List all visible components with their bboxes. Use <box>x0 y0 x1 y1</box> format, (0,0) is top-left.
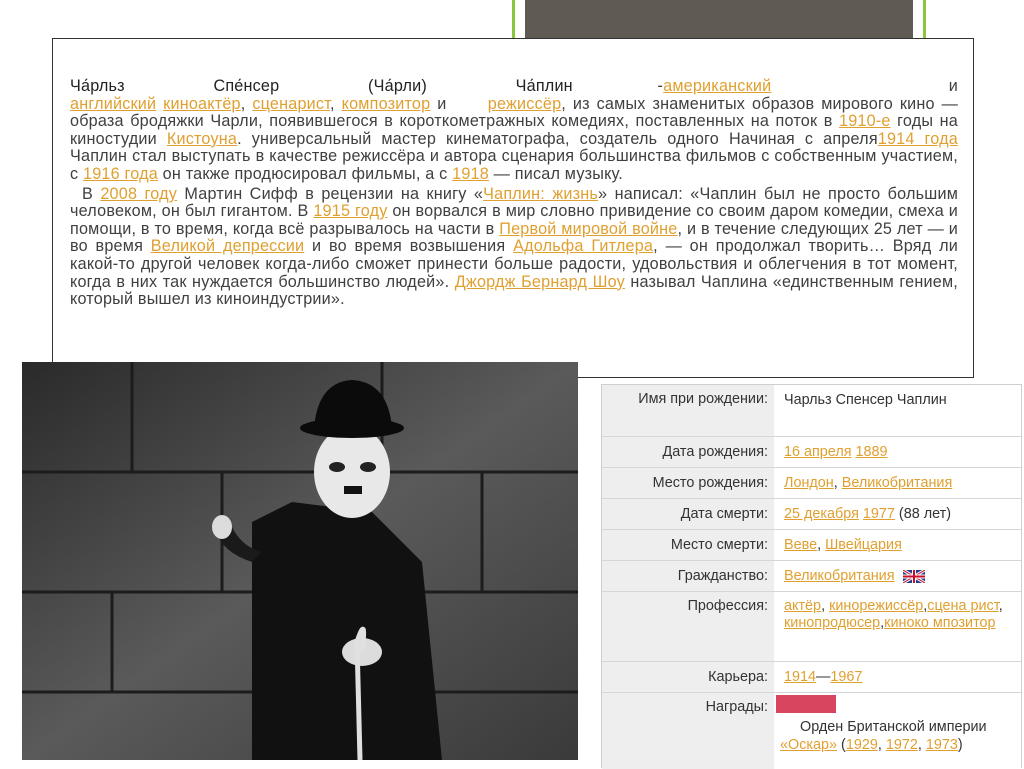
text-dash: — <box>816 669 831 685</box>
link-career-end[interactable]: 1967 <box>830 669 862 685</box>
text-segment: Мартин Сифф в рецензии на книгу « <box>184 184 484 203</box>
infobox-row-profession: Профессия: актёр, кинорежиссёр,сцена рис… <box>602 591 1021 661</box>
link-ww1[interactable]: Первой мировой войне <box>499 220 677 238</box>
link-oscar-1972[interactable]: 1972 <box>886 737 918 753</box>
infobox-row-deathdate: Дата смерти: 25 декабря 1977 (88 лет) <box>602 498 1021 529</box>
label-awards: Награды: <box>602 693 774 769</box>
infobox-row-birthdate: Дата рождения: 16 апреля 1889 <box>602 436 1021 467</box>
link-writer[interactable]: сценарист <box>252 95 330 113</box>
link-keystone[interactable]: Кистоуна <box>167 130 237 148</box>
biography-text: Ча́рльз Спе́нсер (Ча́рли) Ча́плин -амери… <box>70 77 958 309</box>
value-awards: Орден Британской империи «Оскар» (1929, … <box>774 693 1021 769</box>
text-and: и <box>437 94 447 113</box>
text-comma: , <box>833 475 838 491</box>
link-english[interactable]: английский <box>70 95 156 113</box>
link-birth-day[interactable]: 16 апреля <box>784 444 852 460</box>
link-gb[interactable]: Великобритания <box>842 475 953 491</box>
award-oscar: «Оскар» (1929, 1972, 1973) <box>780 737 963 753</box>
text-segment: и во время возвышения <box>312 237 506 256</box>
link-producer[interactable]: кинопродюсер <box>784 615 880 631</box>
text-segment: он также продюсировал фильмы, а с <box>162 164 448 183</box>
value-birthname: Чарльз Спенсер Чаплин <box>774 385 1021 436</box>
link-depression[interactable]: Великой депрессии <box>151 237 304 256</box>
portrait-illustration <box>22 362 578 760</box>
value-citizenship: Великобритания <box>774 561 1021 591</box>
link-oscar-1973[interactable]: 1973 <box>926 737 958 753</box>
person-name: Ча́рльз Спе́нсер (Ча́рли) Ча́плин <box>70 77 573 95</box>
link-screenwriter[interactable]: сцена рист <box>927 598 998 614</box>
link-citizenship-gb[interactable]: Великобритания <box>784 568 895 584</box>
link-book[interactable]: Чаплин: жизнь <box>483 185 598 203</box>
link-american[interactable]: американский <box>663 77 771 95</box>
text-segment: . универсальный мастер кинематографа, со… <box>237 129 878 148</box>
link-composer[interactable]: композитор <box>342 95 431 113</box>
link-actor[interactable]: киноактёр <box>163 95 241 113</box>
value-deathplace: Веве, Швейцария <box>774 530 1021 560</box>
text-and: и <box>948 77 958 95</box>
infobox-row-awards: Награды: Орден Британской империи «Оскар… <box>602 692 1021 769</box>
link-1914[interactable]: 1914 года <box>878 130 958 148</box>
link-1916[interactable]: 1916 года <box>83 165 158 183</box>
text-segment: — писал музыку. <box>493 164 623 183</box>
link-london[interactable]: Лондон <box>784 475 834 491</box>
award-ribbon-icon <box>776 695 836 713</box>
infobox-row-career: Карьера: 1914—1967 <box>602 661 1021 692</box>
link-death-day[interactable]: 25 декабря <box>784 506 859 522</box>
uk-flag-icon <box>902 569 925 583</box>
value-deathdate: 25 декабря 1977 (88 лет) <box>774 499 1021 529</box>
link-1918[interactable]: 1918 <box>452 165 489 183</box>
value-birthplace: Лондон, Великобритания <box>774 468 1021 498</box>
infobox-row-birthplace: Место рождения: Лондон, Великобритания <box>602 467 1021 498</box>
value-birthdate: 16 апреля 1889 <box>774 437 1021 467</box>
link-oscar[interactable]: «Оскар» <box>780 737 837 753</box>
value-career: 1914—1967 <box>774 662 1021 692</box>
link-shaw[interactable]: Джордж Бернард Шоу <box>455 273 625 291</box>
label-career: Карьера: <box>602 662 774 692</box>
link-hitler[interactable]: Адольфа Гитлера <box>513 237 653 256</box>
label-deathplace: Место смерти: <box>602 530 774 560</box>
link-switzerland[interactable]: Швейцария <box>825 537 902 553</box>
value-profession: актёр, кинорежиссёр,сцена рист, кинопрод… <box>774 592 1021 661</box>
label-citizenship: Гражданство: <box>602 561 774 591</box>
paragraph-quote: В 2008 году Мартин Сифф в рецензии на кн… <box>70 184 958 309</box>
text-comma: , <box>330 94 335 113</box>
link-death-year[interactable]: 1977 <box>863 506 895 522</box>
infobox-row-citizenship: Гражданство: Великобритания <box>602 560 1021 591</box>
infobox-row-birthname: Имя при рождении: Чарльз Спенсер Чаплин <box>602 385 1021 436</box>
link-director[interactable]: режиссёр <box>488 95 562 113</box>
label-birthdate: Дата рождения: <box>602 437 774 467</box>
text-comma: , <box>240 94 246 113</box>
death-age: (88 лет) <box>898 506 952 522</box>
label-birthname: Имя при рождении: <box>602 385 774 436</box>
link-1915[interactable]: 1915 году <box>313 202 387 220</box>
link-oscar-1929[interactable]: 1929 <box>846 737 878 753</box>
portrait-photo <box>22 362 578 760</box>
text-comma: , <box>817 537 822 553</box>
award-obe: Орден Британской империи <box>800 719 987 735</box>
label-deathdate: Дата смерти: <box>602 499 774 529</box>
link-1910s[interactable]: 1910-е <box>839 112 891 130</box>
text-paren: ) <box>957 737 963 753</box>
link-vevey[interactable]: Веве <box>784 537 817 553</box>
link-career-start[interactable]: 1914 <box>784 669 816 685</box>
link-film-composer[interactable]: киноко мпозитор <box>884 615 995 631</box>
link-2008[interactable]: 2008 году <box>100 185 177 203</box>
infobox: Имя при рождении: Чарльз Спенсер Чаплин … <box>601 384 1022 769</box>
text-segment: В <box>82 184 93 203</box>
link-actor-profession[interactable]: актёр <box>784 598 821 614</box>
paragraph-intro: Ча́рльз Спе́нсер (Ча́рли) Ча́плин -амери… <box>70 77 958 184</box>
infobox-row-deathplace: Место смерти: Веве, Швейцария <box>602 529 1021 560</box>
label-birthplace: Место рождения: <box>602 468 774 498</box>
label-profession: Профессия: <box>602 592 774 661</box>
link-film-director[interactable]: кинорежиссёр <box>829 598 923 614</box>
link-birth-year[interactable]: 1889 <box>856 444 888 460</box>
